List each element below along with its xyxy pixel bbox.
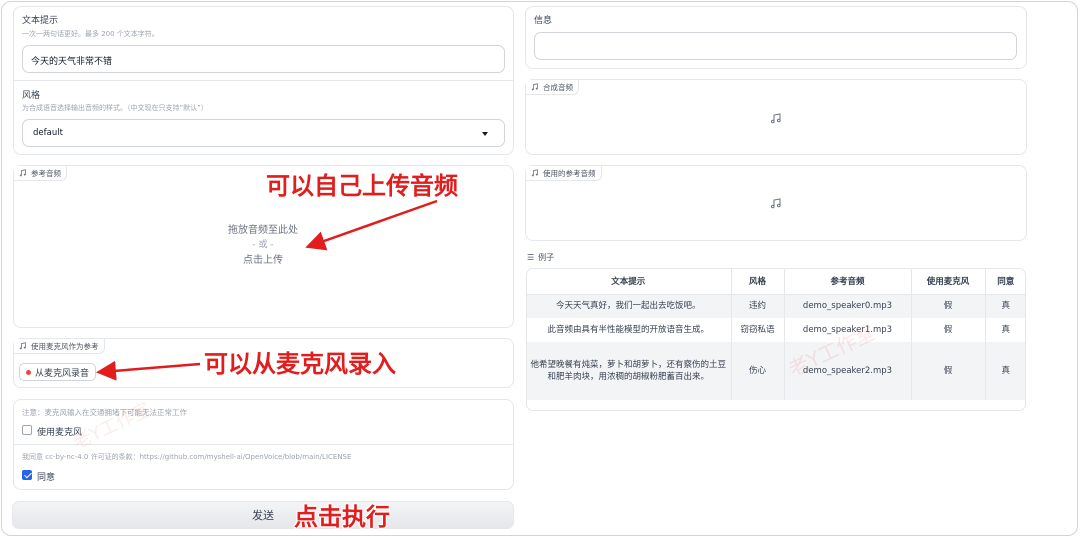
col-header: 参考音频 — [784, 268, 912, 295]
table-cell: 真 — [985, 342, 1026, 400]
use-mic-checkbox[interactable] — [22, 425, 32, 435]
annotation-run: 点击执行 — [294, 503, 390, 531]
col-header: 风格 — [731, 268, 785, 295]
col-header: 使用麦克风 — [911, 268, 986, 295]
table-header-row: 文本提示 风格 参考音频 使用麦克风 同意 — [526, 268, 1026, 295]
text-prompt-label: 文本提示 — [22, 16, 59, 26]
send-button[interactable]: 发送 — [12, 501, 514, 529]
style-value: default — [33, 128, 63, 138]
text-prompt-input[interactable]: 今天的天气非常不错 — [22, 45, 505, 73]
info-label: 信息 — [534, 16, 553, 26]
text-prompt-hint: 一次一两句话更好。最多 200 个文本字符。 — [22, 30, 159, 38]
examples-label: 例子 — [538, 253, 555, 262]
used-ref-audio-tag-label: 使用的参考音频 — [543, 168, 596, 178]
table-cell: 违约 — [731, 294, 785, 318]
send-label: 发送 — [252, 509, 274, 522]
drop-text: 拖放音频至此处 — [228, 225, 298, 236]
chevron-down-icon — [482, 132, 488, 136]
table-cell: 此音频由具有半性能模型的开放语音生成。 — [526, 318, 732, 342]
agree-checkbox[interactable] — [22, 470, 32, 480]
record-from-mic-button[interactable]: 从麦克风录音 — [19, 363, 97, 381]
table-cell: 窃窃私语 — [731, 318, 785, 342]
table-row[interactable]: 他希望晚餐有炖菜，萝卜和胡萝卜，还有察伤的土豆和肥羊肉块，用浓稠的胡椒粉肥蓄百出… — [526, 342, 1026, 400]
table-row[interactable]: 今天天气真好，我们一起出去吃饭吧。 违约 demo_speaker0.mp3 假… — [526, 294, 1026, 318]
music-note-icon — [19, 342, 26, 350]
table-row[interactable]: 此音频由具有半性能模型的开放语音生成。 窃窃私语 demo_speaker1.m… — [526, 318, 1026, 342]
synth-audio-tag-label: 合成音频 — [543, 82, 573, 92]
table-cell: 真 — [985, 318, 1026, 342]
list-icon: ☰ — [527, 253, 535, 262]
style-hint: 为合成语音选择输出音频的样式。（中文现在只支持“默认”） — [22, 104, 208, 112]
examples-table: 文本提示 风格 参考音频 使用麦克风 同意 今天天气真好，我们一起出去吃饭吧。 … — [526, 268, 1026, 400]
annotation-mic: 可以从麦克风录入 — [204, 350, 396, 378]
table-cell: 假 — [911, 318, 986, 342]
music-note-icon — [19, 169, 26, 177]
synth-audio-tag: 合成音频 — [526, 80, 579, 95]
ref-audio-tag: 参考音频 — [14, 166, 67, 181]
music-icon — [771, 113, 781, 124]
ref-audio-tag-label: 参考音频 — [31, 168, 61, 178]
table-cell: 假 — [911, 294, 986, 318]
table-cell: 真 — [985, 294, 1026, 318]
record-dot-icon — [26, 370, 31, 375]
mic-ref-tag: 使用麦克风作为参考 — [14, 339, 105, 354]
examples-header: ☰ 例子 — [527, 252, 554, 263]
used-ref-audio-tag: 使用的参考音频 — [526, 166, 602, 181]
record-label: 从麦克风录音 — [35, 368, 90, 379]
upload-drop-area[interactable]: 拖放音频至此处 - 或 - 点击上传 — [163, 223, 363, 268]
music-note-icon — [531, 83, 538, 91]
col-header: 文本提示 — [526, 268, 732, 295]
table-cell: 假 — [911, 342, 986, 400]
mic-ref-tag-label: 使用麦克风作为参考 — [31, 341, 99, 351]
col-header: 同意 — [985, 268, 1026, 295]
text-prompt-value: 今天的天气非常不错 — [31, 57, 113, 67]
music-note-icon — [531, 169, 538, 177]
or-text: - 或 - — [252, 240, 274, 250]
table-cell: 今天天气真好，我们一起出去吃饭吧。 — [526, 294, 732, 318]
table-cell: 他希望晚餐有炖菜，萝卜和胡萝卜，还有察伤的土豆和肥羊肉块，用浓稠的胡椒粉肥蓄百出… — [526, 342, 732, 400]
info-textbox[interactable] — [534, 32, 1017, 60]
music-icon — [771, 198, 781, 209]
divider — [13, 80, 514, 81]
agree-label: 同意 — [37, 473, 56, 483]
style-label: 风格 — [22, 91, 41, 101]
style-dropdown[interactable]: default — [22, 119, 505, 147]
table-cell: 伤心 — [731, 342, 785, 400]
table-cell: demo_speaker0.mp3 — [784, 294, 912, 318]
annotation-upload: 可以自己上传音频 — [266, 172, 458, 200]
license-text: 我同意 cc-by-nc-4.0 许可证的条款：https://github.c… — [22, 453, 352, 461]
click-upload-text[interactable]: 点击上传 — [163, 253, 363, 268]
